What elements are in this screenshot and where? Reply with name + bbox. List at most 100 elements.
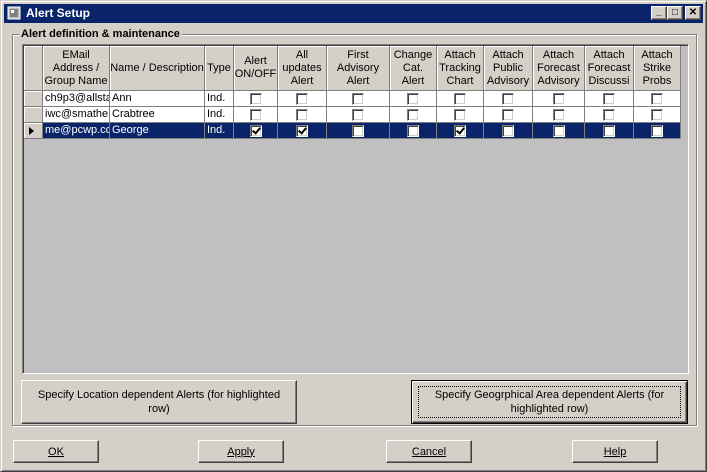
public-advisory-checkbox[interactable]: [502, 108, 514, 121]
forecast-discussion-checkbox[interactable]: [603, 124, 615, 137]
forecast-advisory-checkbox[interactable]: [552, 124, 565, 137]
cell-type[interactable]: Ind.: [205, 107, 234, 123]
help-button[interactable]: Help: [572, 440, 658, 463]
cell-tracking-chart: [437, 107, 484, 123]
first-advisory-checkbox[interactable]: [352, 92, 364, 105]
alerts-grid[interactable]: EMail Address / Group Name Name / Descrip…: [22, 44, 689, 374]
ok-label: OK: [48, 445, 64, 458]
ok-button[interactable]: OK: [13, 440, 99, 463]
cell-strike-probs: [634, 91, 681, 107]
cell-change-cat: [390, 107, 437, 123]
window-title: Alert Setup: [26, 6, 91, 20]
grid-header-corner[interactable]: [24, 46, 43, 91]
cell-forecast-advisory: [533, 91, 585, 107]
cell-all-updates: [278, 107, 327, 123]
column-header-alert-on-off[interactable]: Alert ON/OFF: [234, 46, 278, 91]
tracking-chart-checkbox[interactable]: [454, 108, 466, 121]
cell-tracking-chart: [437, 123, 484, 139]
cell-email[interactable]: me@pcwp.cc: [43, 123, 110, 139]
cell-name[interactable]: George: [110, 123, 205, 139]
all-updates-checkbox[interactable]: [296, 92, 308, 105]
strike-probs-checkbox[interactable]: [651, 124, 663, 137]
cell-alert-on-off: [234, 91, 278, 107]
all-updates-checkbox[interactable]: [296, 108, 308, 121]
cell-alert-on-off: [234, 123, 278, 139]
cell-forecast-advisory: [533, 107, 585, 123]
tracking-chart-checkbox[interactable]: [454, 92, 466, 105]
column-header-all-updates[interactable]: All updates Alert: [278, 46, 327, 91]
cell-public-advisory: [484, 107, 533, 123]
alert-on-off-checkbox[interactable]: [249, 108, 262, 121]
first-advisory-checkbox[interactable]: [352, 124, 364, 137]
cell-forecast-discussion: [585, 107, 634, 123]
cancel-label: Cancel: [411, 445, 447, 458]
cell-public-advisory: [484, 123, 533, 139]
row-selector[interactable]: [24, 91, 43, 107]
public-advisory-checkbox[interactable]: [502, 92, 514, 105]
apply-button[interactable]: Apply: [198, 440, 284, 463]
cell-strike-probs: [634, 107, 681, 123]
current-row-pointer-icon: [29, 127, 34, 135]
change-cat-checkbox[interactable]: [407, 124, 419, 137]
cell-alert-on-off: [234, 107, 278, 123]
forecast-advisory-checkbox[interactable]: [552, 108, 565, 121]
cell-email[interactable]: iwc@smathe: [43, 107, 110, 123]
cell-forecast-discussion: [585, 123, 634, 139]
column-header-tracking-chart[interactable]: Attach Tracking Chart: [437, 46, 484, 91]
maximize-icon: □: [671, 7, 679, 18]
minimize-icon: _: [656, 5, 662, 17]
cell-name[interactable]: Ann: [110, 91, 205, 107]
forecast-advisory-checkbox[interactable]: [552, 92, 565, 105]
first-advisory-checkbox[interactable]: [352, 108, 364, 121]
public-advisory-checkbox[interactable]: [502, 124, 514, 137]
location-alerts-label: Specify Location dependent Alerts (for h…: [37, 389, 281, 415]
forecast-discussion-checkbox[interactable]: [603, 108, 615, 121]
cancel-button[interactable]: Cancel: [386, 440, 472, 463]
row-selector[interactable]: [24, 107, 43, 123]
alert-on-off-checkbox[interactable]: [249, 92, 262, 105]
area-alerts-label: Specify Geogrphical Area dependent Alert…: [434, 389, 665, 415]
cell-first-advisory: [327, 123, 390, 139]
change-cat-checkbox[interactable]: [407, 92, 419, 105]
cell-name[interactable]: Crabtree: [110, 107, 205, 123]
cell-type[interactable]: Ind.: [205, 123, 234, 139]
app-icon: [7, 6, 21, 20]
column-header-strike-probs[interactable]: Attach Strike Probs: [634, 46, 681, 91]
title-bar[interactable]: Alert Setup _ □ ✕: [4, 4, 703, 23]
alert-setup-window: Alert Setup _ □ ✕ Alert definition & mai…: [0, 0, 707, 472]
strike-probs-checkbox[interactable]: [651, 92, 663, 105]
cell-first-advisory: [327, 107, 390, 123]
cell-all-updates: [278, 123, 327, 139]
column-header-name[interactable]: Name / Description: [110, 46, 205, 91]
cell-all-updates: [278, 91, 327, 107]
cell-change-cat: [390, 91, 437, 107]
tracking-chart-checkbox[interactable]: [454, 124, 466, 137]
column-header-public-advisory[interactable]: Attach Public Advisory: [484, 46, 533, 91]
column-header-type[interactable]: Type: [205, 46, 234, 91]
column-header-first-advisory[interactable]: First Advisory Alert: [327, 46, 390, 91]
all-updates-checkbox[interactable]: [296, 124, 308, 137]
alert-on-off-checkbox[interactable]: [249, 124, 262, 137]
cell-tracking-chart: [437, 91, 484, 107]
column-header-email[interactable]: EMail Address / Group Name: [43, 46, 110, 91]
column-header-forecast-discussion[interactable]: Attach Forecast Discussi: [585, 46, 634, 91]
close-icon: ✕: [688, 7, 698, 18]
cell-type[interactable]: Ind.: [205, 91, 234, 107]
row-selector[interactable]: [24, 123, 43, 139]
change-cat-checkbox[interactable]: [407, 108, 419, 121]
column-header-forecast-advisory[interactable]: Attach Forecast Advisory: [533, 46, 585, 91]
strike-probs-checkbox[interactable]: [651, 108, 663, 121]
area-alerts-button[interactable]: Specify Geogrphical Area dependent Alert…: [411, 380, 688, 424]
location-alerts-button[interactable]: Specify Location dependent Alerts (for h…: [21, 380, 297, 424]
column-header-change-cat[interactable]: Change Cat. Alert: [390, 46, 437, 91]
cell-first-advisory: [327, 91, 390, 107]
minimize-button[interactable]: _: [651, 6, 667, 20]
cell-change-cat: [390, 123, 437, 139]
cell-strike-probs: [634, 123, 681, 139]
group-title: Alert definition & maintenance: [19, 28, 182, 40]
cell-email[interactable]: ch9p3@allsta: [43, 91, 110, 107]
close-button[interactable]: ✕: [685, 6, 701, 20]
forecast-discussion-checkbox[interactable]: [603, 92, 615, 105]
maximize-button[interactable]: □: [667, 6, 683, 20]
cell-forecast-discussion: [585, 91, 634, 107]
